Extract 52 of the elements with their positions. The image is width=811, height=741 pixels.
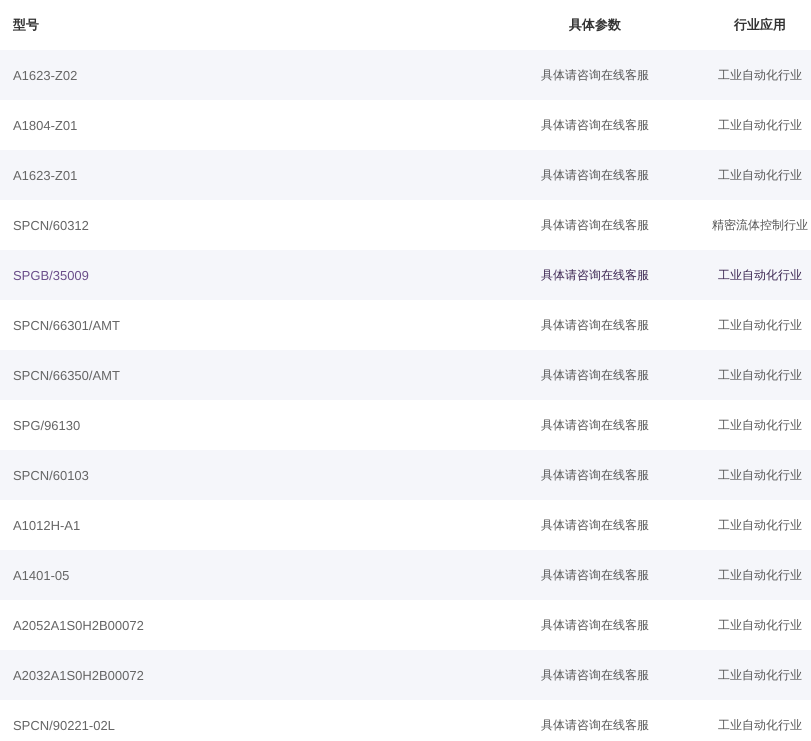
table-cell: 具体请咨询在线客服 (541, 366, 649, 384)
table-cell: 工业自动化行业 (718, 666, 802, 684)
table-cell-text: A2032A1S0H2B00072 (12, 668, 144, 682)
table-cell: 工业自动化行业 (718, 716, 802, 734)
table-cell-text: A1401-05 (12, 568, 70, 582)
table-cell-text: SPCN/60103 (12, 468, 89, 482)
table-cell-text: SPCN/66301/AMT (12, 318, 120, 332)
table-cell-text: SPCN/60312 (12, 218, 89, 232)
table-cell: 工业自动化行业 (718, 116, 802, 134)
table-cell: 工业自动化行业 (718, 616, 802, 634)
table-cell-text: A1623-Z01 (12, 168, 78, 182)
table-cell: 具体请咨询在线客服 (541, 266, 649, 284)
table-row[interactable]: SPCN/60103 具体请咨询在线客服 工业自动化行业 (0, 450, 811, 500)
table-cell: 工业自动化行业 (718, 266, 802, 284)
table-cell: 工业自动化行业 (718, 366, 802, 384)
table-cell: 具体请咨询在线客服 (541, 66, 649, 84)
column-header: 型号 (12, 16, 39, 34)
table-cell: 具体请咨询在线客服 (541, 566, 649, 584)
table-cell-text: A2052A1S0H2B00072 (12, 618, 144, 632)
table-cell: 工业自动化行业 (718, 166, 802, 184)
table-cell: 工业自动化行业 (718, 416, 802, 434)
table-cell: 具体请咨询在线客服 (541, 216, 649, 234)
table-cell: 具体请咨询在线客服 (541, 666, 649, 684)
table-cell: 具体请咨询在线客服 (541, 516, 649, 534)
table-cell: 精密流体控制行业 (712, 216, 808, 234)
table-row[interactable]: A1623-Z01 具体请咨询在线客服 工业自动化行业 (0, 150, 811, 200)
table-cell-text: A1623-Z02 (12, 68, 78, 82)
table-row[interactable]: SPCN/66350/AMT 具体请咨询在线客服 工业自动化行业 (0, 350, 811, 400)
table-cell: 具体请咨询在线客服 (541, 416, 649, 434)
table-cell: 具体请咨询在线客服 (541, 616, 649, 634)
table-cell-text: A1012H-A1 (12, 518, 80, 532)
table-cell: 具体请咨询在线客服 (541, 316, 649, 334)
table-cell: 具体请咨询在线客服 (541, 466, 649, 484)
table-cell: 工业自动化行业 (718, 466, 802, 484)
table-cell: 具体请咨询在线客服 (541, 716, 649, 734)
column-header: 行业应用 (734, 16, 786, 34)
table-row[interactable]: A1623-Z02 具体请咨询在线客服 工业自动化行业 (0, 50, 811, 100)
table-cell: 工业自动化行业 (718, 516, 802, 534)
table-cell: 工业自动化行业 (718, 66, 802, 84)
table-cell-text: SPG/96130 (12, 418, 80, 432)
table-cell: 工业自动化行业 (718, 316, 802, 334)
table-row[interactable]: SPGB/35009 具体请咨询在线客服 工业自动化行业 (0, 250, 811, 300)
table-row[interactable]: A1401-05 具体请咨询在线客服 工业自动化行业 (0, 550, 811, 600)
table-row[interactable]: A2032A1S0H2B00072 具体请咨询在线客服 工业自动化行业 (0, 650, 811, 700)
table-cell: 具体请咨询在线客服 (541, 116, 649, 134)
table-cell-text: SPCN/90221-02L (12, 718, 115, 732)
table-cell-text: SPCN/66350/AMT (12, 368, 120, 382)
table-cell: 具体请咨询在线客服 (541, 166, 649, 184)
table-cell-text: A1804-Z01 (12, 118, 78, 132)
table-cell-text: SPGB/35009 (12, 268, 89, 282)
table-cell: 工业自动化行业 (718, 566, 802, 584)
column-header: 具体参数 (569, 16, 621, 34)
